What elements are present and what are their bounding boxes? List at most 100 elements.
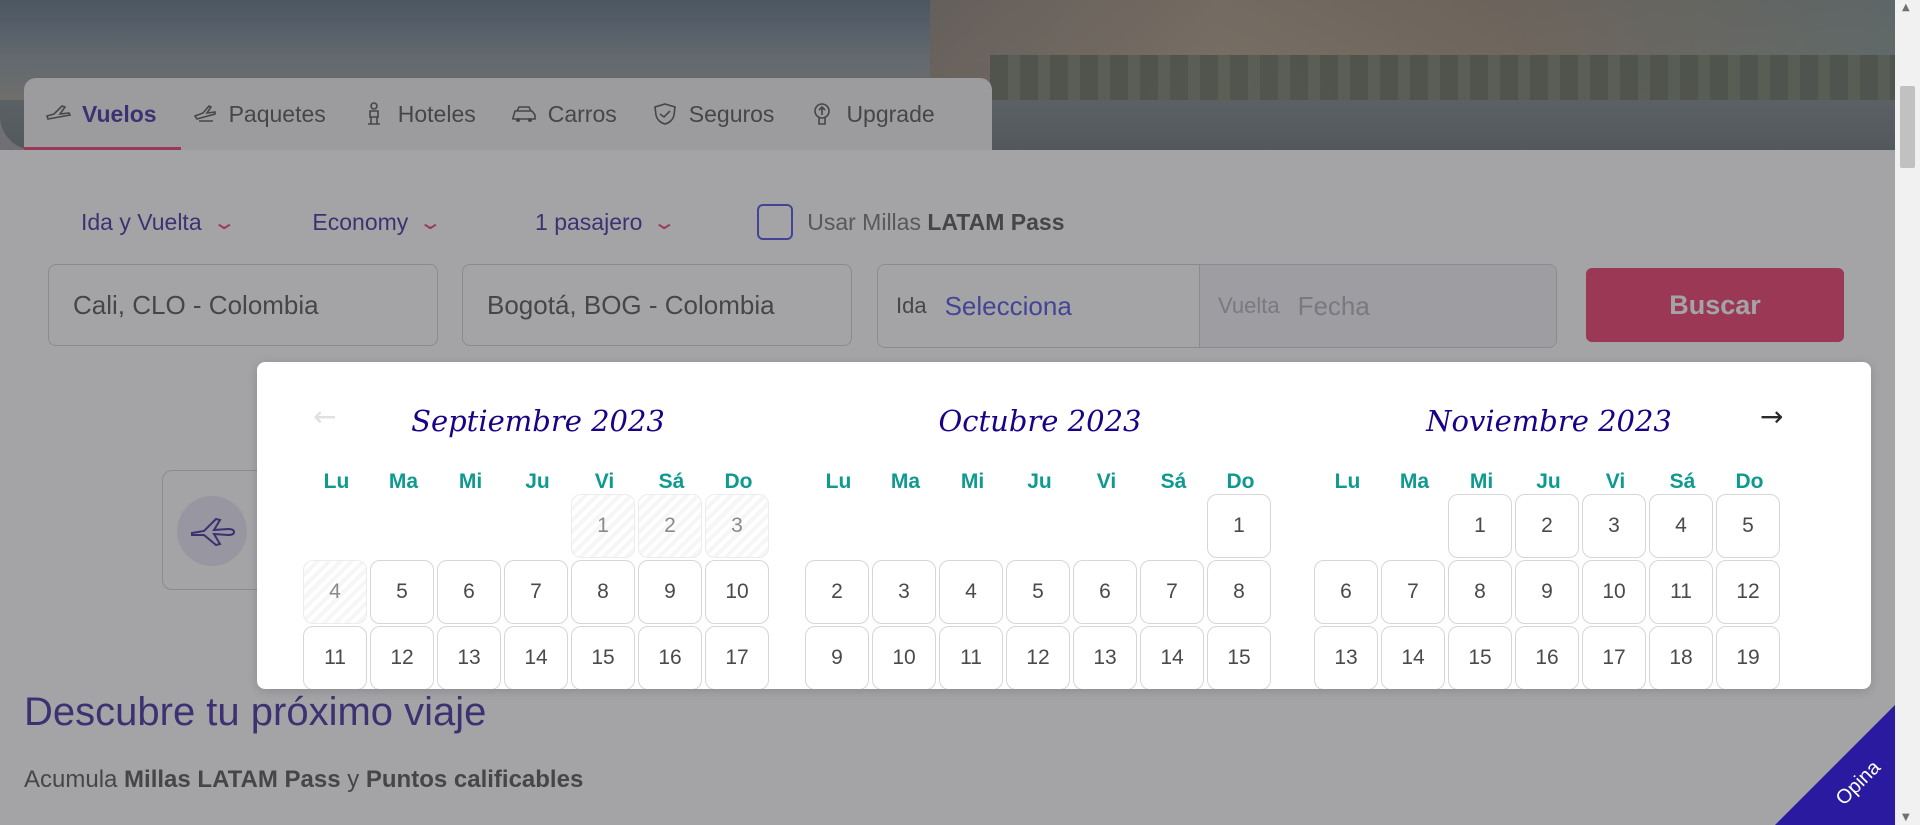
- weekday-label: Do: [724, 470, 753, 493]
- calendar-day[interactable]: 10: [872, 626, 936, 689]
- calendar-day[interactable]: 1: [1448, 494, 1512, 558]
- calendar-day[interactable]: 5: [1716, 494, 1780, 558]
- origin-field[interactable]: Cali, CLO - Colombia: [48, 264, 438, 346]
- calendar-day[interactable]: 11: [939, 626, 1003, 689]
- search-options: Ida y Vuelta ⌄ Economy ⌄ 1 pasajero ⌄ Us…: [81, 204, 1065, 240]
- calendar-day[interactable]: 4: [939, 560, 1003, 624]
- calendar-day[interactable]: 14: [1140, 626, 1204, 689]
- return-date-field[interactable]: Vuelta Fecha: [1200, 265, 1556, 347]
- feedback-ribbon[interactable]: Opina: [1775, 705, 1895, 825]
- tab-upgrade[interactable]: Upgrade: [808, 78, 935, 150]
- tab-hoteles[interactable]: Hoteles: [360, 78, 476, 150]
- calendar-day[interactable]: 9: [638, 560, 702, 624]
- feedback-label: Opina: [1831, 756, 1885, 810]
- calendar-day[interactable]: 15: [571, 626, 635, 689]
- calendar-day[interactable]: 5: [370, 560, 434, 624]
- calendar-day[interactable]: 3: [872, 560, 936, 624]
- weekday-label: Mi: [960, 470, 985, 493]
- plane-icon: [177, 496, 247, 566]
- weekday-header: Lu Ma Mi Ju Vi Sá Do: [303, 470, 773, 494]
- departure-label: Ida: [896, 293, 927, 318]
- calendar-day[interactable]: 15: [1207, 626, 1271, 689]
- plane-icon: [45, 105, 72, 120]
- calendar-day[interactable]: 8: [1448, 560, 1512, 624]
- scrollbar-thumb[interactable]: [1900, 86, 1915, 168]
- calendar-empty-cell: [1381, 494, 1445, 558]
- calendar-day[interactable]: 3: [1582, 494, 1646, 558]
- page-scrollbar[interactable]: ▲ ▼: [1895, 0, 1920, 825]
- weekday-label: Lu: [825, 470, 852, 493]
- month-title: Octubre 2023: [938, 404, 1142, 438]
- scroll-up-icon[interactable]: ▲: [1902, 2, 1910, 13]
- calendar-day[interactable]: 8: [1207, 560, 1271, 624]
- calendar-day[interactable]: 6: [1314, 560, 1378, 624]
- departure-date-field[interactable]: Ida Selecciona: [878, 265, 1200, 347]
- calendar-day[interactable]: 13: [1073, 626, 1137, 689]
- calendar-day[interactable]: 15: [1448, 626, 1512, 689]
- calendar-day[interactable]: 1: [1207, 494, 1271, 558]
- package-icon: [193, 105, 216, 122]
- calendar-day[interactable]: 17: [705, 626, 769, 689]
- calendar-empty-cell: [1140, 494, 1204, 558]
- return-label: Vuelta: [1218, 293, 1280, 318]
- calendar-empty-cell: [1006, 494, 1070, 558]
- acumula-prefix: Acumula: [24, 766, 125, 793]
- calendar-day[interactable]: 7: [1381, 560, 1445, 624]
- calendar-day[interactable]: 5: [1006, 560, 1070, 624]
- calendar-day[interactable]: 16: [1515, 626, 1579, 689]
- use-miles-checkbox[interactable]: [757, 204, 794, 240]
- trip-type-dropdown[interactable]: Ida y Vuelta ⌄: [81, 208, 237, 236]
- calendar-day[interactable]: 7: [1140, 560, 1204, 624]
- miles-label-text: Usar Millas: [807, 208, 928, 235]
- calendar-day[interactable]: 16: [638, 626, 702, 689]
- calendar-day[interactable]: 11: [303, 626, 367, 689]
- calendar-day[interactable]: 19: [1716, 626, 1780, 689]
- passengers-dropdown[interactable]: 1 pasajero ⌄: [535, 208, 677, 236]
- cabin-value: Economy: [312, 208, 409, 235]
- calendar-day[interactable]: 11: [1649, 560, 1713, 624]
- tab-carros[interactable]: Carros: [510, 78, 617, 150]
- calendar-day[interactable]: 7: [504, 560, 568, 624]
- use-miles-option: Usar Millas LATAM Pass: [757, 204, 1065, 240]
- weekday-label: Sá: [658, 470, 685, 493]
- calendar-day[interactable]: 17: [1582, 626, 1646, 689]
- calendar-day[interactable]: 13: [1314, 626, 1378, 689]
- calendar-day[interactable]: 9: [1515, 560, 1579, 624]
- tab-label: Hoteles: [397, 100, 476, 127]
- calendar-day[interactable]: 12: [370, 626, 434, 689]
- calendar-day: 4: [303, 560, 367, 624]
- calendar-day[interactable]: 6: [437, 560, 501, 624]
- calendar-day[interactable]: 2: [805, 560, 869, 624]
- calendar-day[interactable]: 10: [705, 560, 769, 624]
- calendar-day[interactable]: 4: [1649, 494, 1713, 558]
- weekday-label: Do: [1226, 470, 1255, 493]
- scroll-down-icon[interactable]: ▼: [1902, 812, 1910, 823]
- calendar-empty-cell: [872, 494, 936, 558]
- use-miles-label: Usar Millas LATAM Pass: [807, 209, 1064, 236]
- calendar-day: 1: [571, 494, 635, 558]
- calendar-day[interactable]: 6: [1073, 560, 1137, 624]
- calendar-day[interactable]: 8: [571, 560, 635, 624]
- passengers-value: 1 pasajero: [535, 208, 643, 235]
- trip-type-value: Ida y Vuelta: [81, 208, 202, 235]
- calendar-day[interactable]: 10: [1582, 560, 1646, 624]
- weekday-label: Ju: [525, 470, 550, 493]
- calendar-day[interactable]: 2: [1515, 494, 1579, 558]
- destination-field[interactable]: Bogotá, BOG - Colombia: [462, 264, 852, 346]
- tab-paquetes[interactable]: Paquetes: [191, 78, 326, 150]
- tab-label: Vuelos: [82, 100, 157, 127]
- tab-vuelos[interactable]: Vuelos: [24, 78, 181, 150]
- cabin-dropdown[interactable]: Economy ⌄: [312, 208, 443, 236]
- weekday-label: Lu: [1334, 470, 1361, 493]
- calendar-day[interactable]: 13: [437, 626, 501, 689]
- calendar-day[interactable]: 12: [1716, 560, 1780, 624]
- calendar-day[interactable]: 14: [504, 626, 568, 689]
- weekday-label: Do: [1735, 470, 1764, 493]
- calendar-day[interactable]: 18: [1649, 626, 1713, 689]
- tab-seguros[interactable]: Seguros: [651, 78, 774, 150]
- weekday-label: Vi: [594, 470, 615, 493]
- search-button[interactable]: Buscar: [1586, 268, 1844, 342]
- calendar-day[interactable]: 12: [1006, 626, 1070, 689]
- calendar-day[interactable]: 9: [805, 626, 869, 689]
- calendar-day[interactable]: 14: [1381, 626, 1445, 689]
